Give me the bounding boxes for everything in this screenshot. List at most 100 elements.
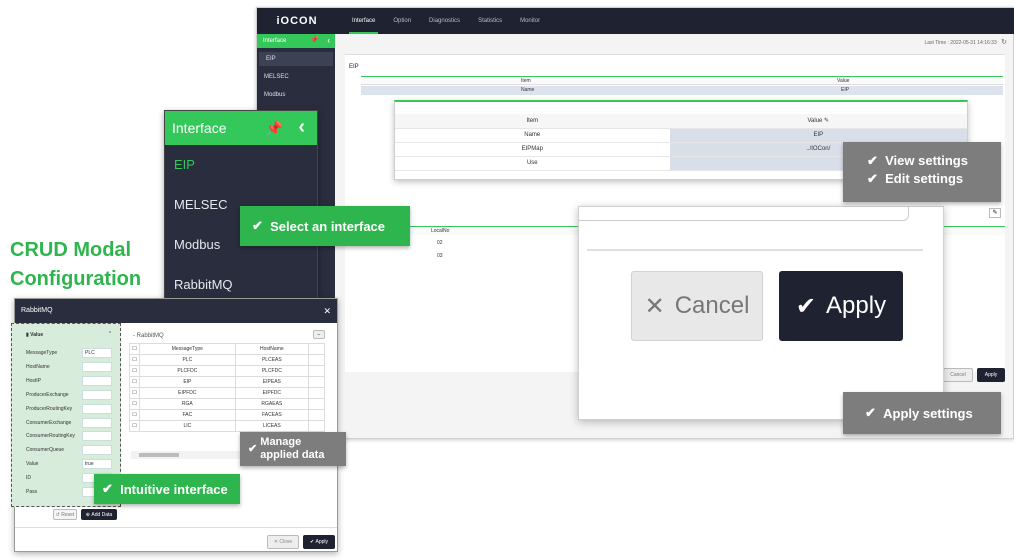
cancel-button[interactable]: Cancel <box>943 368 973 382</box>
row-checkbox[interactable]: ☐ <box>129 409 140 421</box>
row-checkbox[interactable]: ☐ <box>129 398 140 410</box>
callout-manage-data: ✔ Manage applied data <box>240 432 346 466</box>
spacer-cell <box>308 376 325 388</box>
close-icon[interactable]: ✕ <box>323 299 331 323</box>
rabbitmq-modal: RabbitMQ ✕ ▮ Value ⌃ MessageType PLC HostN… <box>11 298 338 552</box>
edit-icon[interactable]: ✎ <box>989 208 1001 218</box>
row-value[interactable]: EIP <box>669 128 967 143</box>
table-row[interactable]: ☐ PLCFDC PLCFDC <box>129 365 325 377</box>
localno-header: LocalNo <box>431 228 450 234</box>
chevron-up-icon[interactable]: ⌃ <box>108 331 112 337</box>
callout-apply-settings: ✔ Apply settings <box>843 392 1001 434</box>
interface-item-eip[interactable]: EIP <box>165 145 317 185</box>
sidebar-item-modbus[interactable]: Modbus <box>257 88 335 102</box>
table-row[interactable]: ☐ EIPFDC EIPFDC <box>129 387 325 399</box>
check-icon: ✔ <box>865 405 884 420</box>
field-label: HostIP <box>26 377 42 384</box>
message-type-cell: FAC <box>139 409 236 421</box>
row-item: Use <box>395 156 670 171</box>
reset-label: Reset <box>61 511 75 518</box>
tab-diagnostics[interactable]: Diagnostics <box>426 8 463 34</box>
check-icon: ✔ <box>248 442 261 455</box>
field-input[interactable] <box>82 417 112 428</box>
field-label: ConsumerExchange <box>26 419 72 426</box>
row-checkbox[interactable]: ☐ <box>129 420 140 432</box>
table-row[interactable]: ☐ EIP EIPEAS <box>129 376 325 388</box>
col-message-type: MessageType <box>139 343 236 355</box>
tab-statistics[interactable]: Statistics <box>475 8 505 34</box>
row-item: EIPMap <box>395 142 670 157</box>
table-row[interactable]: Name EIP <box>361 86 1003 95</box>
row-checkbox[interactable]: ☐ <box>129 376 140 388</box>
callout-text: Manage <box>260 436 302 448</box>
field-input[interactable] <box>82 389 112 400</box>
callout-select-interface: ✔ Select an interface <box>240 206 410 246</box>
field-label: Value <box>26 461 39 468</box>
field-input[interactable]: true <box>82 459 112 470</box>
localno-value: 03 <box>437 253 443 259</box>
message-type-cell: PLC <box>139 354 236 366</box>
spacer-cell <box>308 387 325 399</box>
check-icon: ✔ <box>795 292 817 320</box>
last-time: Last Time : 2022-05-31 14:16:33 ↻ <box>924 38 1007 46</box>
pencil-icon: ✎ <box>824 118 830 125</box>
host-name-cell: LICEAS <box>234 420 310 432</box>
collapse-button[interactable]: − <box>313 330 325 339</box>
field-input[interactable] <box>82 375 112 386</box>
field-label: MessageType <box>26 350 58 356</box>
check-icon: ✔ <box>867 153 886 168</box>
zoom-cancel-button[interactable]: ✕ Cancel <box>631 271 763 341</box>
modal-title: RabbitMQ <box>21 307 53 314</box>
row-checkbox[interactable]: ☐ <box>129 387 140 399</box>
field-input[interactable] <box>82 361 112 372</box>
field-input[interactable] <box>82 431 112 442</box>
col-spacer <box>308 343 325 355</box>
modal-apply-button[interactable]: ✔ Apply <box>303 535 335 549</box>
refresh-icon[interactable]: ↻ <box>1001 39 1007 46</box>
interface-item-rabbitmq[interactable]: RabbitMQ <box>165 265 317 301</box>
callout-intuitive-interface: ✔ Intuitive interface <box>94 474 240 504</box>
table-row[interactable]: ☐ RGA RGAEAS <box>129 398 325 410</box>
sidebar-item-melsec[interactable]: MELSEC <box>257 70 335 84</box>
scrollbar[interactable] <box>131 451 251 459</box>
row-item: Name <box>521 87 535 93</box>
row-item: Name <box>395 128 670 143</box>
col-value: Value <box>837 78 850 84</box>
interface-panel-title: Interface <box>172 120 227 136</box>
table-row[interactable]: Name EIP <box>395 128 967 143</box>
add-data-button[interactable]: ⊕ Add Data <box>81 509 117 520</box>
reset-button[interactable]: ↺ Reset <box>53 509 77 520</box>
zoom-input-edge <box>579 207 909 221</box>
check-icon: ✔ <box>867 171 886 186</box>
modal-close-button[interactable]: ✕ Close <box>267 535 299 549</box>
table-row[interactable]: ☐ FAC FACEAS <box>129 409 325 421</box>
callout-text-block: Manage applied data <box>260 436 324 462</box>
field-label: ProducerRoutingKey <box>26 405 73 412</box>
pin-icon[interactable]: 📌 <box>266 111 283 145</box>
tab-monitor[interactable]: Monitor <box>517 8 543 34</box>
table-row[interactable]: ☐ LIC LICEAS <box>129 420 325 432</box>
zoom-apply-button[interactable]: ✔ Apply <box>779 271 903 341</box>
select-all-checkbox[interactable]: ☐ <box>129 343 140 355</box>
apply-button[interactable]: Apply <box>977 368 1005 382</box>
field-input[interactable] <box>82 445 112 456</box>
field-input[interactable] <box>82 403 112 414</box>
callout-line: ✔ Edit settings <box>867 170 1001 188</box>
rabbitmq-table: ☐ MessageType HostName ☐ PLC PLCEAS ☐ PLCFDC PL… <box>129 343 325 432</box>
table-row[interactable]: ☐ PLC PLCEAS <box>129 354 325 366</box>
value-label: Value <box>30 332 44 338</box>
row-checkbox[interactable]: ☐ <box>129 365 140 377</box>
host-name-cell: EIPFDC <box>234 387 310 399</box>
close-label: Close <box>279 539 293 545</box>
scrollbar-thumb[interactable] <box>139 453 179 457</box>
collapse-icon[interactable]: ‹ <box>327 34 330 48</box>
add-data-label: Add Data <box>91 511 113 518</box>
pin-icon[interactable]: 📌 <box>310 34 319 48</box>
collapse-icon[interactable]: ‹ <box>298 111 305 144</box>
row-checkbox[interactable]: ☐ <box>129 354 140 366</box>
tab-interface[interactable]: Interface <box>349 8 379 34</box>
host-name-cell: EIPEAS <box>234 376 310 388</box>
sidebar-item-eip[interactable]: EIP <box>259 52 333 66</box>
field-input[interactable]: PLC <box>82 348 112 358</box>
tab-option[interactable]: Option <box>390 8 414 34</box>
